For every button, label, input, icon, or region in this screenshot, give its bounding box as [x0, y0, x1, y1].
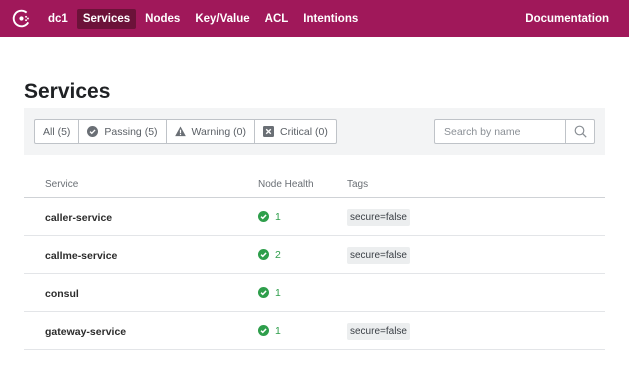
nav-item-services[interactable]: Services [76, 8, 137, 29]
header-service: Service [45, 179, 79, 190]
consul-logo-icon[interactable] [12, 9, 31, 28]
search-icon [574, 125, 587, 138]
header-node-health: Node Health [258, 179, 314, 190]
filter-all-label: All (5) [43, 125, 71, 138]
table-header: Service Node Health Tags [24, 172, 605, 198]
passing-check-icon [258, 287, 269, 298]
documentation-link[interactable]: Documentation [525, 0, 609, 37]
passing-check-icon [258, 211, 269, 222]
nav-item-nodes[interactable]: Nodes [139, 9, 186, 29]
table-row[interactable]: consul 1 [24, 274, 605, 312]
health-count: 2 [275, 248, 281, 261]
table-row[interactable]: gateway-service 1 secure=false [24, 312, 605, 350]
warning-icon [174, 126, 186, 137]
filter-warning[interactable]: Warning (0) [167, 120, 255, 143]
node-health: 1 [258, 211, 347, 223]
service-name[interactable]: consul [45, 288, 79, 300]
service-tag: secure=false [347, 247, 410, 264]
health-filter-group: All (5) Passing (5) Warning (0) Critical… [34, 119, 337, 144]
page-title: Services [24, 80, 111, 103]
health-count: 1 [275, 210, 281, 223]
search-button[interactable] [565, 120, 594, 143]
node-health: 1 [258, 325, 347, 337]
header-tags: Tags [347, 179, 369, 190]
health-count: 1 [275, 286, 281, 299]
filter-warning-label: Warning (0) [191, 125, 246, 138]
services-table: Service Node Health Tags caller-service … [24, 172, 605, 350]
service-tag: secure=false [347, 209, 410, 226]
service-name[interactable]: callme-service [45, 250, 117, 262]
filter-passing[interactable]: Passing (5) [79, 120, 167, 143]
filter-critical-label: Critical (0) [280, 125, 328, 138]
service-name[interactable]: caller-service [45, 212, 112, 224]
nav-item-acl[interactable]: ACL [259, 9, 295, 29]
node-health: 1 [258, 287, 347, 299]
search-box [434, 119, 595, 144]
service-name[interactable]: gateway-service [45, 326, 126, 338]
filter-passing-label: Passing (5) [104, 125, 158, 138]
search-input[interactable] [435, 120, 565, 143]
nav-item-key-value[interactable]: Key/Value [189, 9, 255, 29]
passing-check-icon [258, 325, 269, 336]
service-tag: secure=false [347, 323, 410, 340]
datacenter-selector[interactable]: dc1 [42, 9, 74, 29]
filter-bar: All (5) Passing (5) Warning (0) Critical… [24, 108, 605, 155]
health-count: 1 [275, 324, 281, 337]
table-row[interactable]: caller-service 1 secure=false [24, 198, 605, 236]
passing-check-icon [258, 249, 269, 260]
node-health: 2 [258, 249, 347, 261]
nav-item-intentions[interactable]: Intentions [297, 9, 364, 29]
top-navigation: dc1 Services Nodes Key/Value ACL Intenti… [0, 0, 629, 37]
filter-critical[interactable]: Critical (0) [255, 120, 336, 143]
filter-all[interactable]: All (5) [35, 120, 80, 143]
table-row[interactable]: callme-service 2 secure=false [24, 236, 605, 274]
check-circle-icon [87, 126, 99, 137]
critical-x-icon [263, 126, 274, 137]
nav-menu: dc1 Services Nodes Key/Value ACL Intenti… [42, 0, 367, 37]
